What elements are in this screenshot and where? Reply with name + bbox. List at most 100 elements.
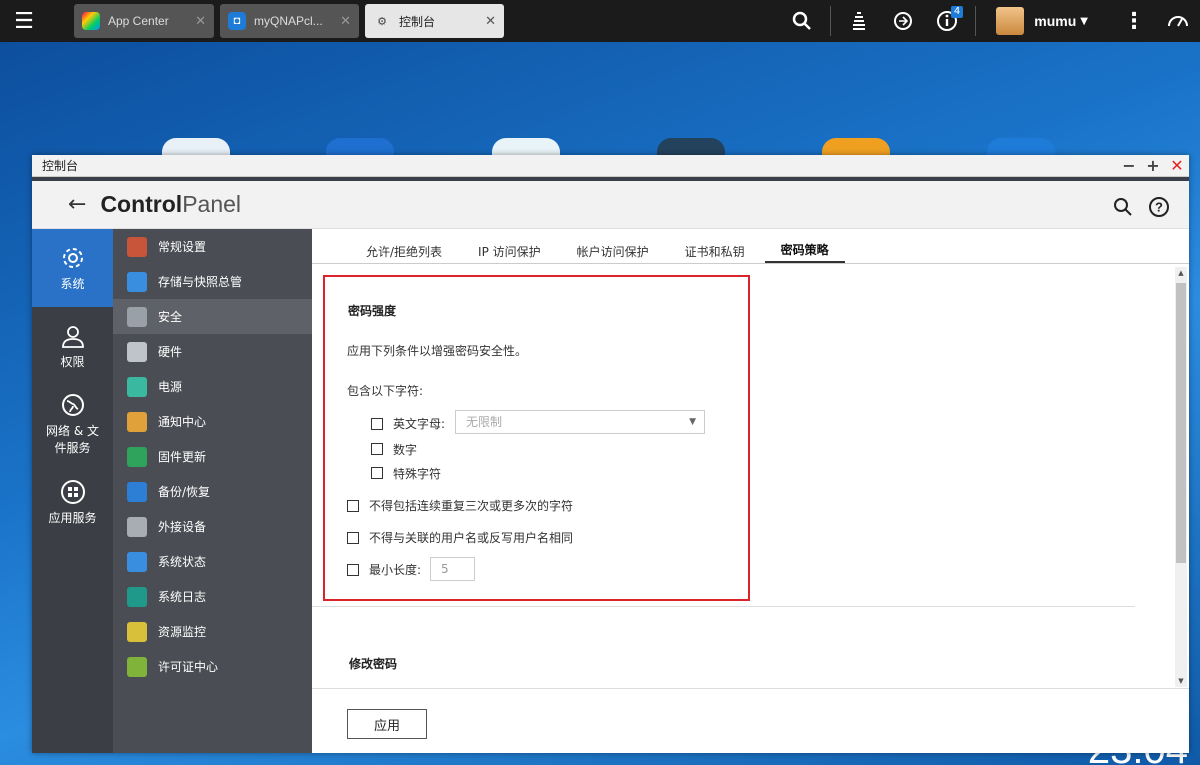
category-network-file-services[interactable]: 网络 & 文件服务 [32, 385, 113, 463]
no-repeat-label: 不得包括连续重复三次或更多次的字符 [369, 499, 574, 513]
sync-icon[interactable] [881, 0, 925, 42]
user-menu[interactable]: mumu ▼ [996, 7, 1112, 35]
tab-item[interactable]: 允许/拒绝列表 [350, 243, 458, 263]
maximize-icon[interactable]: + [1141, 156, 1165, 175]
submenu-item-icon [127, 481, 147, 502]
tab-item[interactable]: 密码策略 [764, 241, 845, 263]
submenu-item[interactable]: 存储与快照总管 [113, 264, 312, 299]
settings-scroll-area[interactable]: 密码强度 应用下列条件以增强密码安全性。 包含以下字符: 英文字母: 无限制 ▼… [312, 265, 1189, 687]
chevron-down-icon: ▼ [1080, 15, 1088, 27]
letters-dropdown[interactable]: 无限制 ▼ [455, 410, 705, 434]
background-tasks-icon[interactable] [837, 0, 881, 42]
submenu-item-icon [127, 306, 147, 327]
letters-dropdown-value: 无限制 [466, 415, 503, 429]
content-pane: 允许/拒绝列表 IP 访问保护 帐户访问保护 证书和私钥 密码策略 密码强度 应用下列条… [312, 229, 1189, 753]
category-label: 系统 [60, 276, 85, 291]
submenu-item-label: 许可证中心 [158, 660, 219, 674]
description-text: 应用下列条件以增强密码安全性。 [347, 344, 528, 358]
close-icon[interactable]: ✕ [1165, 156, 1189, 175]
back-arrow-icon[interactable]: ← [68, 192, 86, 217]
no-repeat-checkbox[interactable] [347, 500, 359, 512]
submenu-item-icon [127, 236, 147, 257]
no-username-checkbox[interactable] [347, 532, 359, 544]
submenu-item-icon [127, 551, 147, 572]
submenu-item-label: 存储与快照总管 [158, 275, 243, 289]
submenu-item[interactable]: 系统状态 [113, 544, 312, 579]
globe-icon [61, 394, 84, 416]
category-label: 权限 [60, 354, 85, 369]
category-app-services[interactable]: 应用服务 [32, 463, 113, 541]
minimize-icon[interactable]: − [1117, 156, 1141, 175]
taskbar-tab-label: App Center [108, 14, 169, 28]
section-divider [312, 606, 1135, 607]
tab-item[interactable]: 帐户访问保护 [561, 243, 665, 263]
letters-label: 英文字母: [393, 417, 446, 431]
category-system[interactable]: 系统 [32, 229, 113, 307]
submenu-item-label: 通知中心 [158, 415, 207, 429]
close-icon[interactable]: ✕ [195, 13, 206, 29]
tab-item[interactable]: 证书和私钥 [669, 243, 761, 263]
help-icon[interactable]: ? [1141, 195, 1177, 219]
digits-label: 数字 [393, 443, 418, 457]
category-sidebar: 系统 权限 网络 & 文件服务 应用服务 [32, 229, 113, 753]
dashboard-icon[interactable] [1156, 0, 1200, 42]
scroll-up-icon[interactable]: ▲ [1175, 269, 1187, 277]
submenu-item[interactable]: 安全 [113, 299, 312, 334]
min-length-checkbox[interactable] [347, 564, 359, 576]
scroll-down-icon[interactable]: ▼ [1175, 677, 1187, 685]
submenu-item-icon [127, 586, 147, 607]
section-title: 密码强度 [348, 304, 397, 318]
taskbar-tab-app-center[interactable]: App Center ✕ [74, 4, 214, 38]
notification-icon[interactable]: 4 [925, 0, 969, 42]
min-length-value: 5 [441, 562, 449, 576]
more-options-icon[interactable]: ⋮ [1112, 0, 1156, 42]
submenu-item[interactable]: 硬件 [113, 334, 312, 369]
page-title-light: Panel [182, 191, 242, 217]
submenu-item-icon [127, 271, 147, 292]
close-icon[interactable]: ✕ [485, 13, 496, 29]
chevron-down-icon: ▼ [689, 417, 696, 427]
submenu-item[interactable]: 资源监控 [113, 614, 312, 649]
search-icon[interactable] [780, 0, 824, 42]
gear-icon [62, 247, 83, 268]
submenu-item-label: 资源监控 [158, 625, 207, 639]
submenu-item-label: 固件更新 [158, 450, 207, 464]
close-icon[interactable]: ✕ [340, 13, 351, 29]
submenu-item-icon [127, 376, 147, 397]
submenu-item[interactable]: 许可证中心 [113, 649, 312, 684]
taskbar-tab-myqnapcloud[interactable]: ◘ myQNAPcl... ✕ [220, 4, 359, 38]
submenu-item[interactable]: 备份/恢复 [113, 474, 312, 509]
main-menu-icon[interactable]: ☰ [0, 0, 48, 42]
app-center-icon [82, 12, 100, 30]
submenu-item-label: 系统日志 [158, 590, 207, 604]
submenu-item[interactable]: 常规设置 [113, 229, 312, 264]
submenu-item[interactable]: 通知中心 [113, 404, 312, 439]
submenu-item-icon [127, 621, 147, 642]
apply-button[interactable]: 应用 [347, 709, 427, 739]
scrollbar-thumb[interactable] [1176, 283, 1186, 563]
category-label: 应用服务 [48, 510, 97, 525]
search-icon[interactable] [1105, 195, 1141, 219]
letters-checkbox[interactable] [371, 418, 383, 430]
page-title: ControlPanel [100, 191, 241, 218]
category-privilege[interactable]: 权限 [32, 307, 113, 385]
submenu-item[interactable]: 系统日志 [113, 579, 312, 614]
submenu-item[interactable]: 电源 [113, 369, 312, 404]
tab-item[interactable]: IP 访问保护 [462, 243, 557, 263]
change-password-title: 修改密码 [349, 657, 398, 671]
min-length-input[interactable]: 5 [430, 557, 475, 581]
submenu-item-label: 电源 [158, 380, 183, 394]
submenu-item[interactable]: 固件更新 [113, 439, 312, 474]
submenu-item-icon [127, 411, 147, 432]
taskbar-tab-control-panel[interactable]: ⚙ 控制台 ✕ [365, 4, 504, 38]
footer: 应用 [312, 688, 1189, 753]
scrollbar[interactable]: ▲ ▼ [1175, 267, 1187, 687]
submenu-item-label: 硬件 [158, 345, 183, 359]
submenu-item-label: 外接设备 [158, 520, 207, 534]
special-chars-checkbox[interactable] [371, 467, 383, 479]
username: mumu [1034, 13, 1077, 29]
digits-checkbox[interactable] [371, 443, 383, 455]
submenu-sidebar: 常规设置存储与快照总管安全硬件电源通知中心固件更新备份/恢复外接设备系统状态系统… [113, 229, 312, 753]
submenu-item[interactable]: 外接设备 [113, 509, 312, 544]
window-titlebar[interactable]: 控制台 − + ✕ [32, 155, 1189, 177]
